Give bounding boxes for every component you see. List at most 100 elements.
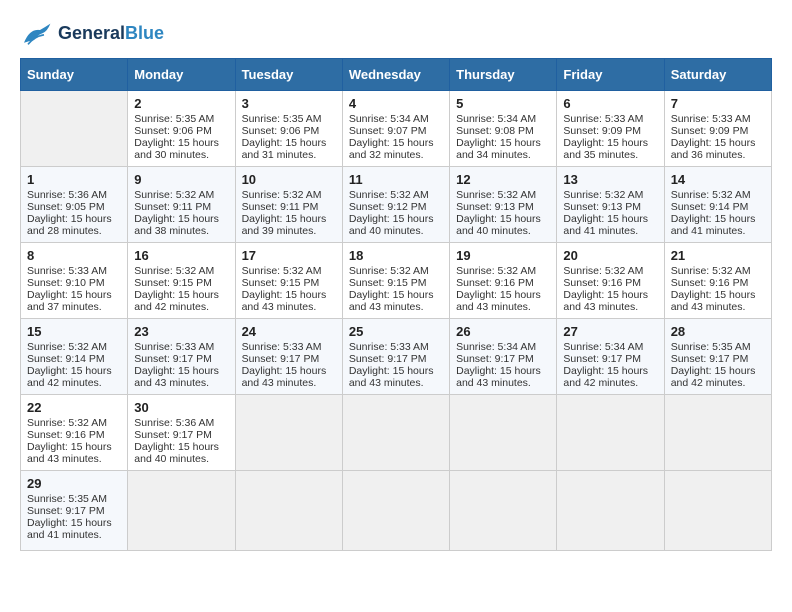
sunset-text: Sunset: 9:17 PM [349,353,443,365]
sunrise-text: Sunrise: 5:33 AM [27,265,121,277]
sunset-text: Sunset: 9:06 PM [134,125,228,137]
cell-day-15: 15Sunrise: 5:32 AMSunset: 9:14 PMDayligh… [21,319,128,395]
empty-cell [664,395,771,471]
calendar-row-0: 2 Sunrise: 5:35 AMSunset: 9:06 PM Daylight… [21,91,772,167]
day-number: 7 [671,96,765,111]
day-number: 11 [349,172,443,187]
daylight-text: Daylight: 15 hours and 35 minutes. [563,137,657,161]
cell-day-28: 28Sunrise: 5:35 AMSunset: 9:17 PMDayligh… [664,319,771,395]
daylight-text: Daylight: 15 hours and 41 minutes. [27,517,121,541]
sunset-text: Sunset: 9:14 PM [671,201,765,213]
empty-cell [450,395,557,471]
sunset-text: Sunset: 9:05 PM [27,201,121,213]
daylight-text: Daylight: 15 hours and 40 minutes. [349,213,443,237]
daylight-text: Daylight: 15 hours and 43 minutes. [349,365,443,389]
day-number: 17 [242,248,336,263]
sunrise-text: Sunrise: 5:33 AM [671,113,765,125]
sunrise-text: Sunrise: 5:35 AM [671,341,765,353]
sunrise-text: Sunrise: 5:34 AM [563,341,657,353]
sunset-text: Sunset: 9:14 PM [27,353,121,365]
daylight-text: Daylight: 15 hours and 43 minutes. [242,289,336,313]
empty-cell [235,471,342,551]
day-number: 18 [349,248,443,263]
sunrise-text: Sunrise: 5:32 AM [671,189,765,201]
daylight-text: Daylight: 15 hours and 31 minutes. [242,137,336,161]
sunrise-text: Sunrise: 5:33 AM [134,341,228,353]
daylight-text: Daylight: 15 hours and 43 minutes. [456,365,550,389]
sunset-text: Sunset: 9:09 PM [671,125,765,137]
sunrise-text: Sunrise: 5:32 AM [27,341,121,353]
daylight-text: Daylight: 15 hours and 32 minutes. [349,137,443,161]
cell-day-16: 16Sunrise: 5:32 AMSunset: 9:15 PMDayligh… [128,243,235,319]
day-number: 29 [27,476,121,491]
day-number: 22 [27,400,121,415]
empty-cell [235,395,342,471]
day-number: 5 [456,96,550,111]
daylight-text: Daylight: 15 hours and 43 minutes. [27,441,121,465]
day-number: 24 [242,324,336,339]
day-number: 3 [242,96,336,111]
sunset-text: Sunset: 9:17 PM [671,353,765,365]
day-number: 9 [134,172,228,187]
cell-day-22: 22Sunrise: 5:32 AMSunset: 9:16 PMDayligh… [21,395,128,471]
cell-day-9: 9Sunrise: 5:32 AMSunset: 9:11 PMDaylight… [128,167,235,243]
daylight-text: Daylight: 15 hours and 40 minutes. [456,213,550,237]
daylight-text: Daylight: 15 hours and 40 minutes. [134,441,228,465]
cell-day-25: 25Sunrise: 5:33 AMSunset: 9:17 PMDayligh… [342,319,449,395]
sunrise-text: Sunrise: 5:32 AM [563,189,657,201]
day-header-monday: Monday [128,59,235,91]
cell-day-10: 10Sunrise: 5:32 AMSunset: 9:11 PMDayligh… [235,167,342,243]
sunrise-text: Sunrise: 5:34 AM [456,341,550,353]
sunset-text: Sunset: 9:13 PM [456,201,550,213]
day-number: 14 [671,172,765,187]
sunrise-text: Sunrise: 5:32 AM [456,189,550,201]
sunset-text: Sunset: 9:16 PM [671,277,765,289]
sunrise-text: Sunrise: 5:32 AM [134,265,228,277]
day-header-tuesday: Tuesday [235,59,342,91]
sunrise-text: Sunrise: 5:33 AM [563,113,657,125]
empty-cell [557,471,664,551]
sunrise-text: Sunrise: 5:34 AM [349,113,443,125]
cell-day-26: 26Sunrise: 5:34 AMSunset: 9:17 PMDayligh… [450,319,557,395]
daylight-text: Daylight: 15 hours and 38 minutes. [134,213,228,237]
day-number: 19 [456,248,550,263]
empty-cell [342,395,449,471]
cell-day-29: 29Sunrise: 5:35 AMSunset: 9:17 PMDayligh… [21,471,128,551]
sunrise-text: Sunrise: 5:36 AM [27,189,121,201]
sunrise-text: Sunrise: 5:36 AM [134,417,228,429]
sunset-text: Sunset: 9:15 PM [242,277,336,289]
empty-cell [450,471,557,551]
cell-day-12: 12Sunrise: 5:32 AMSunset: 9:13 PMDayligh… [450,167,557,243]
cell-day-20: 20Sunrise: 5:32 AMSunset: 9:16 PMDayligh… [557,243,664,319]
sunset-text: Sunset: 9:17 PM [456,353,550,365]
calendar-row-5: 29Sunrise: 5:35 AMSunset: 9:17 PMDayligh… [21,471,772,551]
logo-text: GeneralBlue [58,24,164,44]
daylight-text: Daylight: 15 hours and 41 minutes. [563,213,657,237]
cell-day-14: 14 Sunrise: 5:32 AMSunset: 9:14 PMDayligh… [664,167,771,243]
page-header: GeneralBlue [20,20,772,48]
daylight-text: Daylight: 15 hours and 43 minutes. [671,289,765,313]
sunset-text: Sunset: 9:16 PM [456,277,550,289]
daylight-text: Daylight: 15 hours and 43 minutes. [134,365,228,389]
day-number: 2 [134,96,228,111]
cell-day-7: 7Sunrise: 5:33 AMSunset: 9:09 PMDaylight… [664,91,771,167]
daylight-text: Daylight: 15 hours and 28 minutes. [27,213,121,237]
sunset-text: Sunset: 9:09 PM [563,125,657,137]
sunset-text: Sunset: 9:16 PM [27,429,121,441]
sunset-text: Sunset: 9:15 PM [134,277,228,289]
sunset-text: Sunset: 9:17 PM [27,505,121,517]
sunrise-text: Sunrise: 5:32 AM [134,189,228,201]
empty-cell [128,471,235,551]
sunset-text: Sunset: 9:16 PM [563,277,657,289]
cell-day-24: 24Sunrise: 5:33 AMSunset: 9:17 PMDayligh… [235,319,342,395]
cell-day-21: 21Sunrise: 5:32 AMSunset: 9:16 PMDayligh… [664,243,771,319]
calendar-row-1: 1Sunrise: 5:36 AMSunset: 9:05 PMDaylight… [21,167,772,243]
sunset-text: Sunset: 9:12 PM [349,201,443,213]
sunrise-text: Sunrise: 5:35 AM [134,113,228,125]
cell-day-11: 11Sunrise: 5:32 AMSunset: 9:12 PMDayligh… [342,167,449,243]
daylight-text: Daylight: 15 hours and 34 minutes. [456,137,550,161]
daylight-text: Daylight: 15 hours and 41 minutes. [671,213,765,237]
daylight-text: Daylight: 15 hours and 43 minutes. [456,289,550,313]
sunset-text: Sunset: 9:08 PM [456,125,550,137]
daylight-text: Daylight: 15 hours and 42 minutes. [563,365,657,389]
